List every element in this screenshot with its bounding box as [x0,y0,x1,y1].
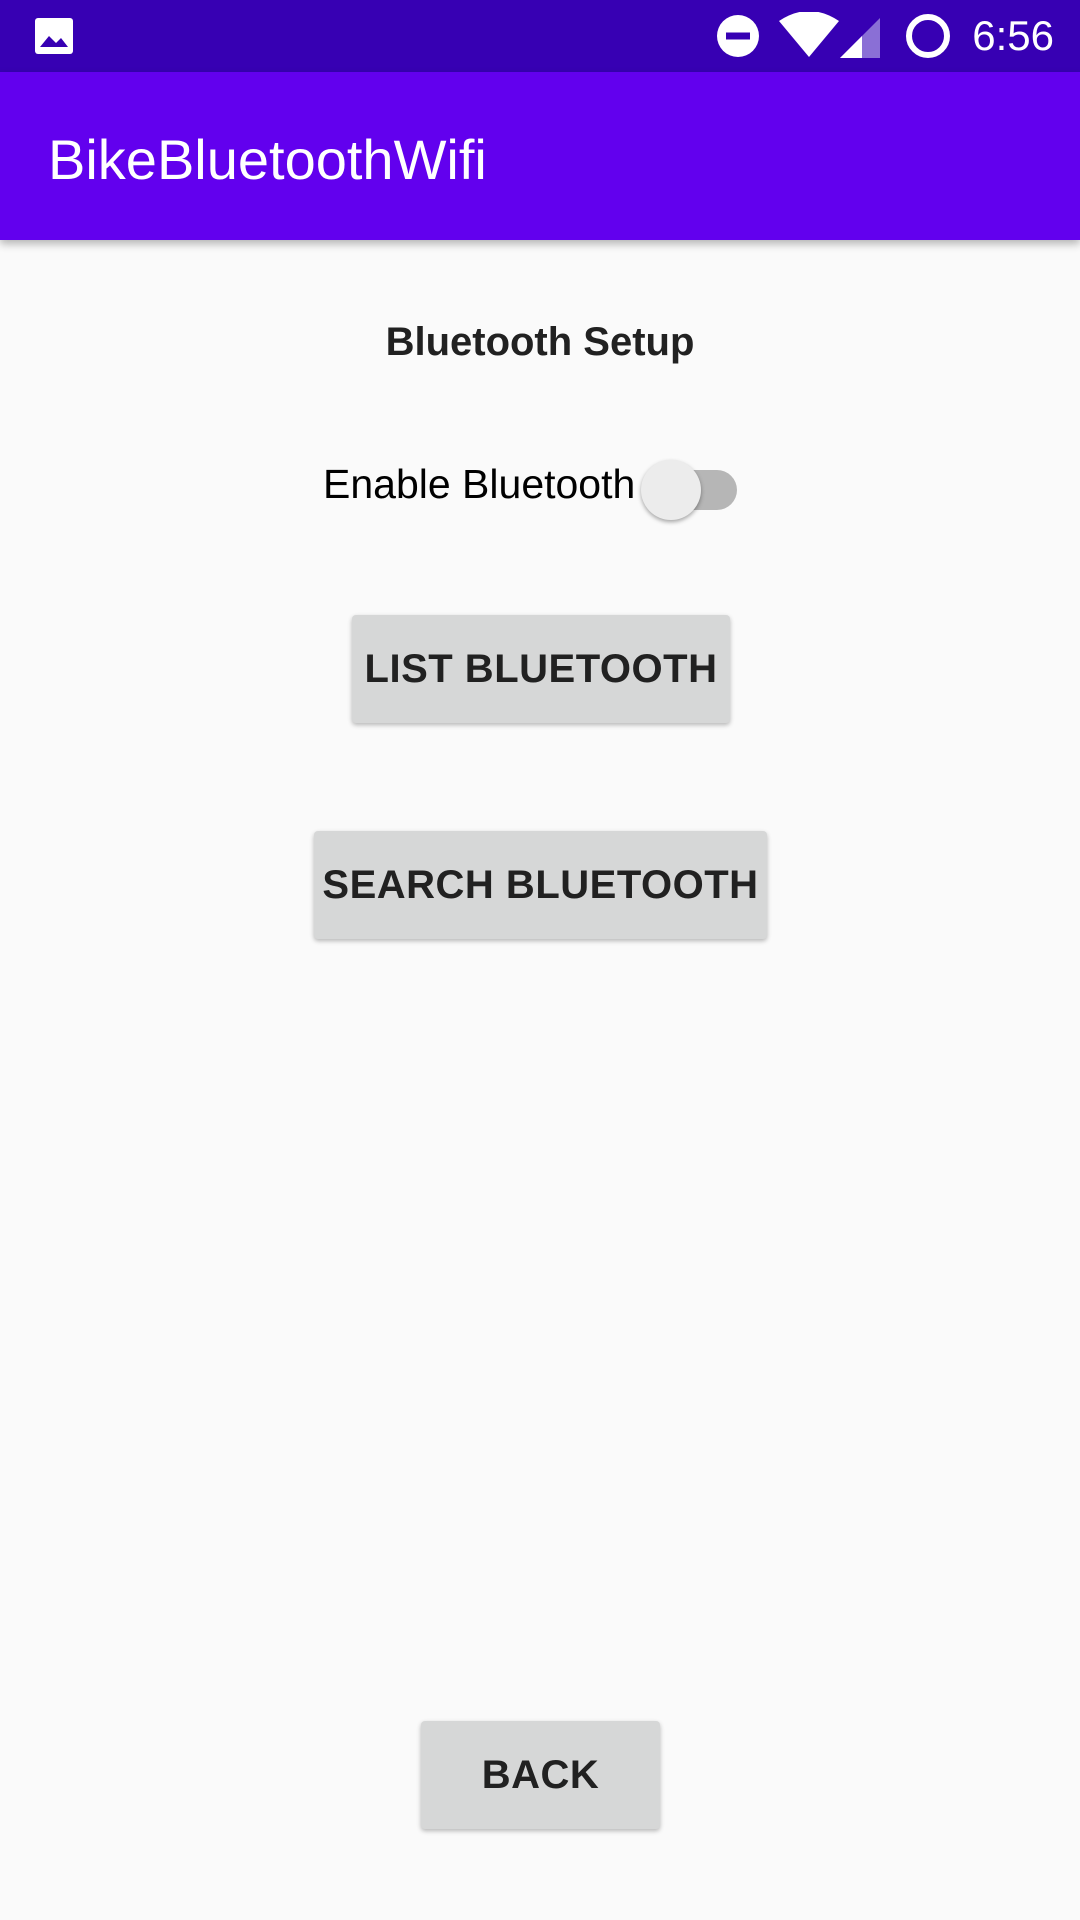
do-not-disturb-icon [717,15,759,57]
enable-bluetooth-label: Enable Bluetooth [323,461,636,507]
status-bar: 6:56 [0,0,1080,72]
section-title: Bluetooth Setup [385,320,695,364]
app-title: BikeBluetoothWifi [48,128,487,191]
wifi-icon [779,12,839,57]
enable-bluetooth-switch[interactable] [641,456,745,520]
status-clock: 6:56 [972,12,1054,59]
list-bluetooth-button[interactable]: LIST BLUETOOTH [352,615,730,723]
switch-thumb[interactable] [641,460,702,520]
app-bar: BikeBluetoothWifi [0,72,1080,240]
search-bluetooth-button[interactable]: SEARCH BLUETOOTH [314,831,767,939]
battery-icon [906,14,950,58]
gallery-icon [35,18,73,54]
bluetooth-toggle-row: Enable Bluetooth [323,456,745,520]
cell-signal-icon [840,18,880,58]
back-button[interactable]: BACK [421,1721,660,1829]
